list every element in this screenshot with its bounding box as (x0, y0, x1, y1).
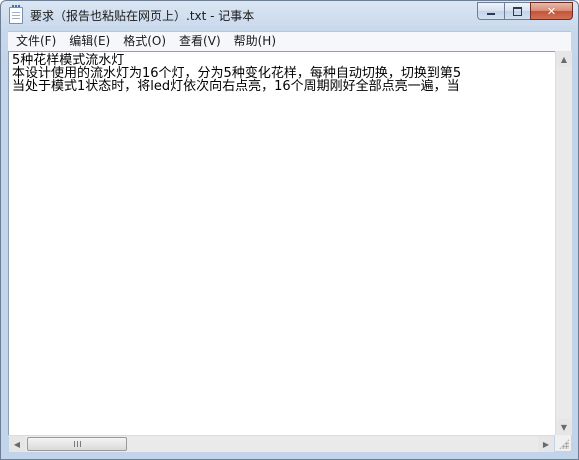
scrollbar-corner (555, 435, 571, 451)
scroll-down-button[interactable]: ▼ (556, 419, 572, 435)
scroll-up-button[interactable]: ▲ (556, 51, 572, 67)
arrow-left-icon: ◀ (13, 439, 21, 449)
notepad-window: 要求（报告也粘贴在网页上）.txt - 记事本 ✕ 文件(F) 编辑(E) 格式… (0, 0, 579, 460)
minimize-button[interactable] (477, 2, 504, 20)
arrow-down-icon: ▼ (560, 422, 568, 432)
horizontal-scroll-thumb[interactable] (27, 437, 127, 451)
arrow-right-icon: ▶ (542, 439, 550, 449)
minimize-icon (487, 12, 495, 15)
menu-bar: 文件(F) 编辑(E) 格式(O) 查看(V) 帮助(H) (8, 31, 571, 51)
notepad-app-icon[interactable] (9, 5, 23, 24)
scroll-right-button[interactable]: ▶ (538, 436, 554, 452)
arrow-up-icon: ▲ (560, 54, 568, 64)
menu-file[interactable]: 文件(F) (11, 32, 61, 51)
vertical-scrollbar[interactable]: ▲ ▼ (555, 51, 572, 435)
text-editor[interactable]: 5种花样模式流水灯 本设计使用的流水灯为16个灯，分为5种变化花样，每种自动切换… (8, 51, 555, 435)
menu-help[interactable]: 帮助(H) (229, 32, 281, 51)
horizontal-scrollbar[interactable]: ◀ ▶ (9, 435, 554, 452)
maximize-button[interactable] (504, 2, 530, 20)
close-icon: ✕ (546, 4, 557, 18)
caption-buttons: ✕ (477, 2, 573, 21)
grip-icon (73, 441, 81, 447)
resize-grip-icon[interactable] (559, 439, 569, 449)
menu-format[interactable]: 格式(O) (118, 32, 171, 51)
scroll-left-button[interactable]: ◀ (9, 436, 25, 452)
title-bar[interactable]: 要求（报告也粘贴在网页上）.txt - 记事本 ✕ (1, 1, 578, 31)
window-title: 要求（报告也粘贴在网页上）.txt - 记事本 (30, 9, 255, 23)
close-button[interactable]: ✕ (530, 2, 573, 20)
maximize-icon (513, 6, 522, 16)
menu-edit[interactable]: 编辑(E) (64, 32, 115, 51)
menu-view[interactable]: 查看(V) (174, 32, 226, 51)
text-line: 当处于模式1状态时，将led灯依次向右点亮，16个周期刚好全部点亮一遍，当 (12, 79, 460, 94)
